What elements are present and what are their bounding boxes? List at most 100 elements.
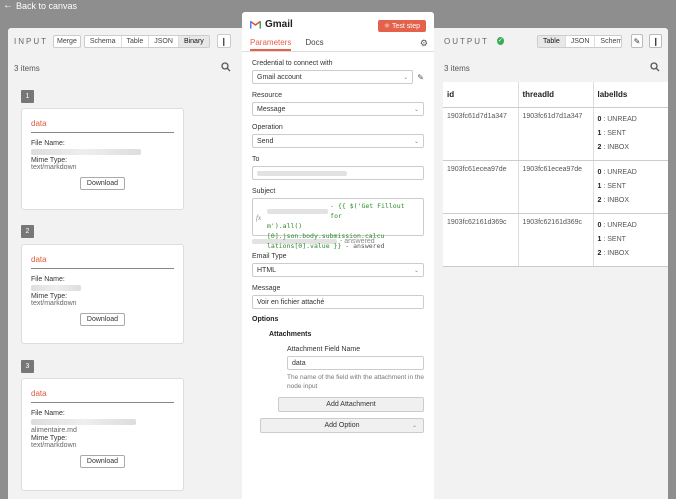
output-view-json[interactable]: JSON <box>566 35 596 47</box>
attachments-label: Attachments <box>269 331 312 338</box>
output-view-switch: Table JSON Schema <box>537 34 622 48</box>
input-view-switch: Schema Table JSON Binary <box>83 34 210 48</box>
resource-select[interactable]: Message ⌄ <box>252 102 424 116</box>
attachment-field-label: Attachment Field Name <box>287 346 361 353</box>
cell-label-ids: 0 : UNREAD 1 : SENT 2 : INBOX <box>593 160 668 214</box>
options-label: Options <box>252 316 279 323</box>
input-panel: INPUT Merge Schema Table JSON Binary ❙ 3… <box>8 28 242 499</box>
gmail-icon <box>250 19 261 29</box>
binary-item-card: data File Name: Mime Type: text/markdown… <box>21 244 184 344</box>
subject-expr-line3: lations[0].value }} <box>267 242 342 250</box>
email-type-select[interactable]: HTML ⌄ <box>252 263 424 277</box>
test-step-button[interactable]: ⚛ Test step <box>377 20 426 32</box>
tab-docs[interactable]: Docs <box>305 36 323 51</box>
file-name-redacted <box>31 419 136 425</box>
cell-id: 1903fc62161d369c <box>443 213 519 267</box>
input-items-count: 3 items <box>14 64 40 73</box>
message-label: Message <box>252 285 281 292</box>
item-number: 3 <box>21 360 34 373</box>
chevron-down-icon: ⌄ <box>403 74 409 81</box>
pin-icon[interactable]: ❙ <box>216 34 231 48</box>
pencil-icon[interactable]: ✎ <box>630 34 644 48</box>
mime-type-label: Mime Type: <box>31 435 68 442</box>
credential-select[interactable]: Gmail account ⌄ <box>252 70 414 84</box>
binary-title: data <box>31 255 174 269</box>
output-table: id threadId labelIds 1903fc61d7d1a347 19… <box>443 82 668 267</box>
file-name-value: alimentaire.md <box>31 427 77 434</box>
binary-title: data <box>31 389 174 403</box>
operation-select[interactable]: Send ⌄ <box>252 134 424 148</box>
download-button[interactable]: Download <box>80 177 125 190</box>
mime-type-label: Mime Type: <box>31 157 68 164</box>
mime-type-value: text/markdown <box>31 442 77 449</box>
pin-icon[interactable]: ❙ <box>649 34 662 48</box>
output-panel: OUTPUT ✓ Table JSON Schema ✎ ❙ 3 items i… <box>434 28 668 499</box>
fx-icon: fx <box>256 214 262 222</box>
input-view-schema[interactable]: Schema <box>85 35 122 47</box>
to-label: To <box>252 156 260 163</box>
attachment-field-input[interactable]: data <box>287 356 424 370</box>
add-option-button[interactable]: Add Option ⌄ <box>260 418 424 433</box>
file-name-label: File Name: <box>31 410 65 417</box>
download-button[interactable]: Download <box>80 455 125 468</box>
to-redacted <box>257 170 347 176</box>
search-icon[interactable] <box>221 62 231 72</box>
search-icon[interactable] <box>650 62 660 72</box>
to-input[interactable] <box>252 166 424 180</box>
operation-label: Operation <box>252 124 283 131</box>
item-number: 2 <box>21 225 34 238</box>
chevron-down-icon: ⌄ <box>411 423 417 429</box>
flask-icon: ⚛ <box>383 23 391 30</box>
pencil-icon[interactable]: ✎ <box>417 73 424 82</box>
column-header[interactable]: id <box>443 82 519 108</box>
output-view-table[interactable]: Table <box>538 35 566 47</box>
table-row: 1903fc61ecea97de 1903fc61ecea97de 0 : UN… <box>443 160 668 214</box>
email-type-label: Email Type <box>252 253 287 260</box>
back-to-canvas-link[interactable]: ← Back to canvas <box>3 0 78 12</box>
back-label: Back to canvas <box>16 1 78 11</box>
table-row: 1903fc62161d369c 1903fc62161d369c 0 : UN… <box>443 213 668 267</box>
binary-title: data <box>31 119 174 133</box>
gear-icon[interactable]: ⚙ <box>420 38 428 49</box>
input-title: INPUT <box>14 36 48 46</box>
item-number: 1 <box>21 90 34 103</box>
input-view-table[interactable]: Table <box>122 35 150 47</box>
node-title: Gmail <box>265 18 293 30</box>
arrow-left-icon: ← <box>3 0 13 11</box>
subject-expression-input[interactable]: fx - {{ $('Get Fillout for m').all()[0].… <box>252 198 424 250</box>
output-header: OUTPUT ✓ Table JSON Schema ✎ ❙ <box>434 28 668 54</box>
cell-label-ids: 0 : UNREAD 1 : SENT 2 : INBOX <box>593 213 668 267</box>
table-header-row: id threadId labelIds <box>443 82 668 108</box>
cell-id: 1903fc61d7d1a347 <box>443 107 519 161</box>
cell-thread-id: 1903fc62161d369c <box>518 213 594 267</box>
column-header[interactable]: labelIds <box>593 82 668 108</box>
operation-value: Send <box>257 137 274 145</box>
success-check-icon: ✓ <box>496 37 504 45</box>
subject-expr-line1: - {{ $('Get Fillout for <box>330 202 405 220</box>
subject-label: Subject <box>252 188 276 195</box>
input-header: INPUT Merge Schema Table JSON Binary ❙ <box>8 28 242 54</box>
subject-suffix: - answered <box>341 242 385 250</box>
input-node-select[interactable]: Merge <box>53 34 81 48</box>
cell-thread-id: 1903fc61ecea97de <box>518 160 594 214</box>
resource-value: Message <box>257 105 286 113</box>
binary-item-card: data File Name: alimentaire.md Mime Type… <box>21 378 184 491</box>
output-view-schema[interactable]: Schema <box>595 36 620 47</box>
tab-parameters[interactable]: Parameters <box>250 36 292 51</box>
message-input[interactable]: Voir en fichier attaché <box>252 295 424 309</box>
attachment-field-hint: The name of the field with the attachmen… <box>287 374 424 390</box>
file-name-label: File Name: <box>31 276 65 283</box>
download-button[interactable]: Download <box>80 313 125 326</box>
column-header[interactable]: threadId <box>518 82 594 108</box>
input-view-json[interactable]: JSON <box>149 35 179 47</box>
add-option-label: Add Option <box>324 422 360 429</box>
node-tabs: Parameters Docs ⚙ <box>242 36 434 52</box>
add-attachment-button[interactable]: Add Attachment <box>278 397 424 412</box>
cell-id: 1903fc61ecea97de <box>443 160 519 214</box>
file-name-label: File Name: <box>31 140 65 147</box>
file-name-redacted <box>31 285 81 291</box>
mime-type-value: text/markdown <box>31 164 77 171</box>
input-view-binary[interactable]: Binary <box>178 35 209 47</box>
credential-label: Credential to connect with <box>252 60 333 67</box>
table-row: 1903fc61d7d1a347 1903fc61d7d1a347 0 : UN… <box>443 107 668 161</box>
